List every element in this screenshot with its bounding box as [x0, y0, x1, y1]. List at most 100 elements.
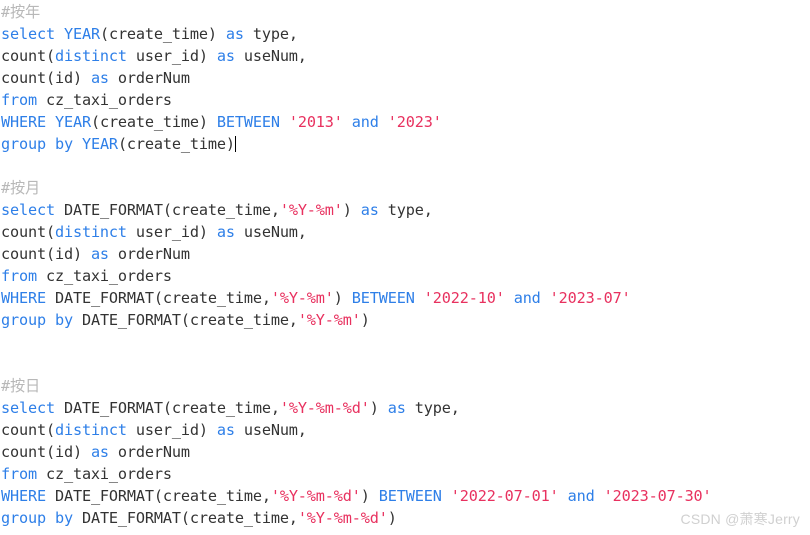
- code-token: user_id): [126, 47, 217, 65]
- code-token: select: [1, 201, 64, 219]
- code-line[interactable]: select YEAR(create_time) as type,: [1, 23, 810, 45]
- code-token: WHERE: [1, 487, 55, 505]
- code-token: (create_time): [90, 113, 217, 131]
- code-token: orderNum: [117, 245, 190, 263]
- code-token: cz_taxi_orders: [45, 465, 172, 483]
- code-line[interactable]: from cz_taxi_orders: [1, 89, 810, 111]
- code-line[interactable]: count(distinct user_id) as useNum,: [1, 221, 810, 243]
- code-token: DATE_FORMAT(create_time,: [81, 311, 298, 329]
- code-token: BETWEEN: [216, 113, 289, 131]
- code-line[interactable]: count(distinct user_id) as useNum,: [1, 419, 810, 441]
- code-token: select: [1, 399, 64, 417]
- code-token: '2022-07-01': [450, 487, 559, 505]
- code-line[interactable]: count(id) as orderNum: [1, 441, 810, 463]
- code-token: from: [1, 91, 46, 109]
- code-line[interactable]: from cz_taxi_orders: [1, 463, 810, 485]
- code-token: as: [216, 47, 244, 65]
- code-token: and: [504, 289, 550, 307]
- code-token: count(: [1, 223, 55, 241]
- code-token: DATE_FORMAT(create_time,: [63, 201, 280, 219]
- code-token: DATE_FORMAT(create_time,: [54, 289, 271, 307]
- code-token: '%Y-%m': [270, 289, 334, 307]
- code-token: ): [333, 289, 352, 307]
- code-token: YEAR: [81, 135, 118, 153]
- code-blank-line[interactable]: [1, 155, 810, 177]
- code-token: by: [54, 509, 82, 527]
- code-token: user_id): [126, 223, 217, 241]
- code-token: type,: [387, 201, 433, 219]
- sql-code-editor[interactable]: #按年 select YEAR(create_time) as type, coun…: [0, 0, 810, 535]
- code-line[interactable]: select DATE_FORMAT(create_time,'%Y-%m') …: [1, 199, 810, 221]
- code-token: type,: [414, 399, 460, 417]
- code-line[interactable]: group by YEAR(create_time): [1, 133, 810, 155]
- code-line[interactable]: WHERE YEAR(create_time) BETWEEN '2013' a…: [1, 111, 810, 133]
- code-token: YEAR: [54, 113, 91, 131]
- code-token: (create_time): [117, 135, 235, 153]
- code-token: cz_taxi_orders: [45, 267, 172, 285]
- code-token: ): [342, 201, 361, 219]
- code-token: distinct: [54, 421, 127, 439]
- code-line[interactable]: WHERE DATE_FORMAT(create_time,'%Y-%m-%d'…: [1, 485, 810, 507]
- code-line[interactable]: #按日: [1, 375, 810, 397]
- code-token: group: [1, 311, 55, 329]
- code-content[interactable]: #按年 select YEAR(create_time) as type, coun…: [1, 1, 810, 529]
- code-token: #按月: [1, 179, 41, 197]
- code-token: cz_taxi_orders: [45, 91, 172, 109]
- code-token: as: [387, 399, 415, 417]
- code-token: WHERE: [1, 289, 55, 307]
- code-token: count(: [1, 421, 55, 439]
- code-token: from: [1, 267, 46, 285]
- code-token: count(id): [1, 443, 91, 461]
- code-token: as: [225, 25, 253, 43]
- code-token: '%Y-%m': [279, 201, 343, 219]
- code-token: group: [1, 509, 55, 527]
- code-token: orderNum: [117, 443, 190, 461]
- code-token: '%Y-%m-%d': [270, 487, 361, 505]
- code-token: WHERE: [1, 113, 55, 131]
- code-token: DATE_FORMAT(create_time,: [54, 487, 271, 505]
- code-token: from: [1, 465, 46, 483]
- code-token: DATE_FORMAT(create_time,: [81, 509, 298, 527]
- code-token: as: [360, 201, 388, 219]
- code-line[interactable]: #按月: [1, 177, 810, 199]
- code-token: and: [342, 113, 388, 131]
- code-token: useNum,: [243, 421, 307, 439]
- text-caret: [234, 136, 236, 152]
- code-token: as: [216, 223, 244, 241]
- code-token: '2023-07-30': [603, 487, 712, 505]
- code-blank-line[interactable]: [1, 331, 810, 353]
- code-blank-line[interactable]: [1, 353, 810, 375]
- code-token: count(id): [1, 245, 91, 263]
- code-token: useNum,: [243, 223, 307, 241]
- code-token: type,: [252, 25, 298, 43]
- code-token: DATE_FORMAT(create_time,: [63, 399, 280, 417]
- code-line[interactable]: count(id) as orderNum: [1, 67, 810, 89]
- code-token: #按年: [1, 3, 41, 21]
- code-line[interactable]: from cz_taxi_orders: [1, 265, 810, 287]
- code-token: group: [1, 135, 55, 153]
- code-token: '2013': [288, 113, 343, 131]
- code-token: user_id): [126, 421, 217, 439]
- code-line[interactable]: WHERE DATE_FORMAT(create_time,'%Y-%m') B…: [1, 287, 810, 309]
- code-token: '%Y-%m-%d': [297, 509, 388, 527]
- code-line[interactable]: count(id) as orderNum: [1, 243, 810, 265]
- code-token: count(id): [1, 69, 91, 87]
- code-token: select: [1, 25, 64, 43]
- code-token: '2023-07': [549, 289, 631, 307]
- code-token: as: [90, 443, 118, 461]
- code-line[interactable]: select DATE_FORMAT(create_time,'%Y-%m-%d…: [1, 397, 810, 419]
- code-token: by: [54, 135, 82, 153]
- code-token: '%Y-%m-%d': [279, 399, 370, 417]
- code-token: ): [360, 311, 370, 329]
- code-token: #按日: [1, 377, 41, 395]
- code-line[interactable]: #按年: [1, 1, 810, 23]
- code-token: and: [558, 487, 604, 505]
- code-token: orderNum: [117, 69, 190, 87]
- code-token: BETWEEN: [378, 487, 451, 505]
- code-token: ): [360, 487, 379, 505]
- code-line[interactable]: count(distinct user_id) as useNum,: [1, 45, 810, 67]
- code-line[interactable]: group by DATE_FORMAT(create_time,'%Y-%m'…: [1, 309, 810, 331]
- code-token: distinct: [54, 223, 127, 241]
- csdn-watermark: CSDN @萧寒Jerry: [680, 511, 800, 527]
- code-token: YEAR: [63, 25, 100, 43]
